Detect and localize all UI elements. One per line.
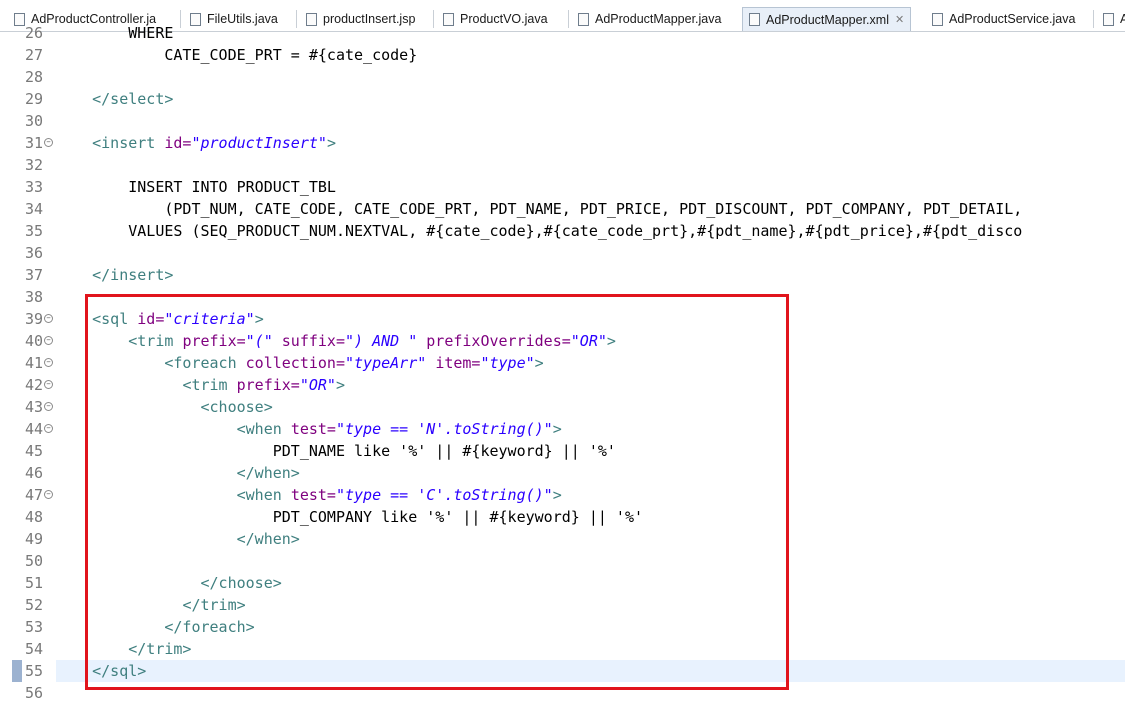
line-number: 54 <box>25 640 44 658</box>
line-number: 34 <box>25 200 44 218</box>
code-line[interactable]: 32 <box>0 154 1125 176</box>
code-line[interactable]: 34 (PDT_NUM, CATE_CODE, CATE_CODE_PRT, P… <box>0 198 1125 220</box>
xml-value-token: "productInsert" <box>191 134 327 152</box>
fold-toggle-icon[interactable]: − <box>44 402 53 411</box>
xml-tag-token: </select> <box>92 90 174 108</box>
line-number: 50 <box>25 552 44 570</box>
code-line[interactable]: 33 INSERT INTO PRODUCT_TBL <box>0 176 1125 198</box>
line-number: 29 <box>25 90 44 108</box>
code-text: CATE_CODE_PRT = #{cate_code} <box>56 44 417 66</box>
line-number: 38 <box>25 288 44 306</box>
line-number: 37 <box>25 266 44 284</box>
line-number: 52 <box>25 596 44 614</box>
line-number: 51 <box>25 574 44 592</box>
line-number: 33 <box>25 178 44 196</box>
code-line[interactable]: 36 <box>0 242 1125 264</box>
line-number: 48 <box>25 508 44 526</box>
code-text: </select> <box>56 88 173 110</box>
code-line[interactable]: 28 <box>0 66 1125 88</box>
code-line[interactable]: 30 <box>0 110 1125 132</box>
plain-token: CATE_CODE_PRT = #{cate_code} <box>56 46 418 64</box>
line-number: 56 <box>25 684 44 702</box>
plain-token: WHERE <box>56 24 174 42</box>
line-number: 28 <box>25 68 44 86</box>
code-line[interactable]: 27 CATE_CODE_PRT = #{cate_code} <box>0 44 1125 66</box>
plain-token: INSERT INTO PRODUCT_TBL <box>56 178 336 196</box>
line-number: 49 <box>25 530 44 548</box>
line-number: 55 <box>25 662 44 680</box>
fold-toggle-icon[interactable]: − <box>44 336 53 345</box>
code-text: (PDT_NUM, CATE_CODE, CATE_CODE_PRT, PDT_… <box>56 198 1022 220</box>
fold-toggle-icon[interactable]: − <box>44 138 53 147</box>
code-line[interactable]: 31− <insert id="productInsert"> <box>0 132 1125 154</box>
code-line[interactable]: 35 VALUES (SEQ_PRODUCT_NUM.NEXTVAL, #{ca… <box>0 220 1125 242</box>
line-number: 46 <box>25 464 44 482</box>
code-line[interactable]: 26 WHERE <box>0 22 1125 44</box>
xml-tag-token: </insert> <box>92 266 174 284</box>
line-number: 35 <box>25 222 44 240</box>
code-line[interactable]: 29 </select> <box>0 88 1125 110</box>
code-text: WHERE <box>56 22 173 44</box>
xml-attr-token: id= <box>164 134 192 152</box>
fold-toggle-icon[interactable]: − <box>44 314 53 323</box>
fold-toggle-icon[interactable]: − <box>44 490 53 499</box>
code-text: </insert> <box>56 264 173 286</box>
code-text: VALUES (SEQ_PRODUCT_NUM.NEXTVAL, #{cate_… <box>56 220 1022 242</box>
line-number: 26 <box>25 24 44 42</box>
plain-token: VALUES (SEQ_PRODUCT_NUM.NEXTVAL, #{cate_… <box>56 222 1023 240</box>
red-highlight-box <box>85 294 789 690</box>
plain-token: (PDT_NUM, CATE_CODE, CATE_CODE_PRT, PDT_… <box>56 200 1023 218</box>
code-text: INSERT INTO PRODUCT_TBL <box>56 176 336 198</box>
code-line[interactable]: 37 </insert> <box>0 264 1125 286</box>
line-number: 27 <box>25 46 44 64</box>
fold-toggle-icon[interactable]: − <box>44 358 53 367</box>
fold-toggle-icon[interactable]: − <box>44 424 53 433</box>
fold-toggle-icon[interactable]: − <box>44 380 53 389</box>
line-number: 32 <box>25 156 44 174</box>
code-text: <insert id="productInsert"> <box>56 132 336 154</box>
xml-tag-token: <insert <box>92 134 165 152</box>
line-number: 36 <box>25 244 44 262</box>
line-number: 53 <box>25 618 44 636</box>
line-number: 30 <box>25 112 44 130</box>
xml-tag-token: > <box>326 134 336 152</box>
line-number: 45 <box>25 442 44 460</box>
